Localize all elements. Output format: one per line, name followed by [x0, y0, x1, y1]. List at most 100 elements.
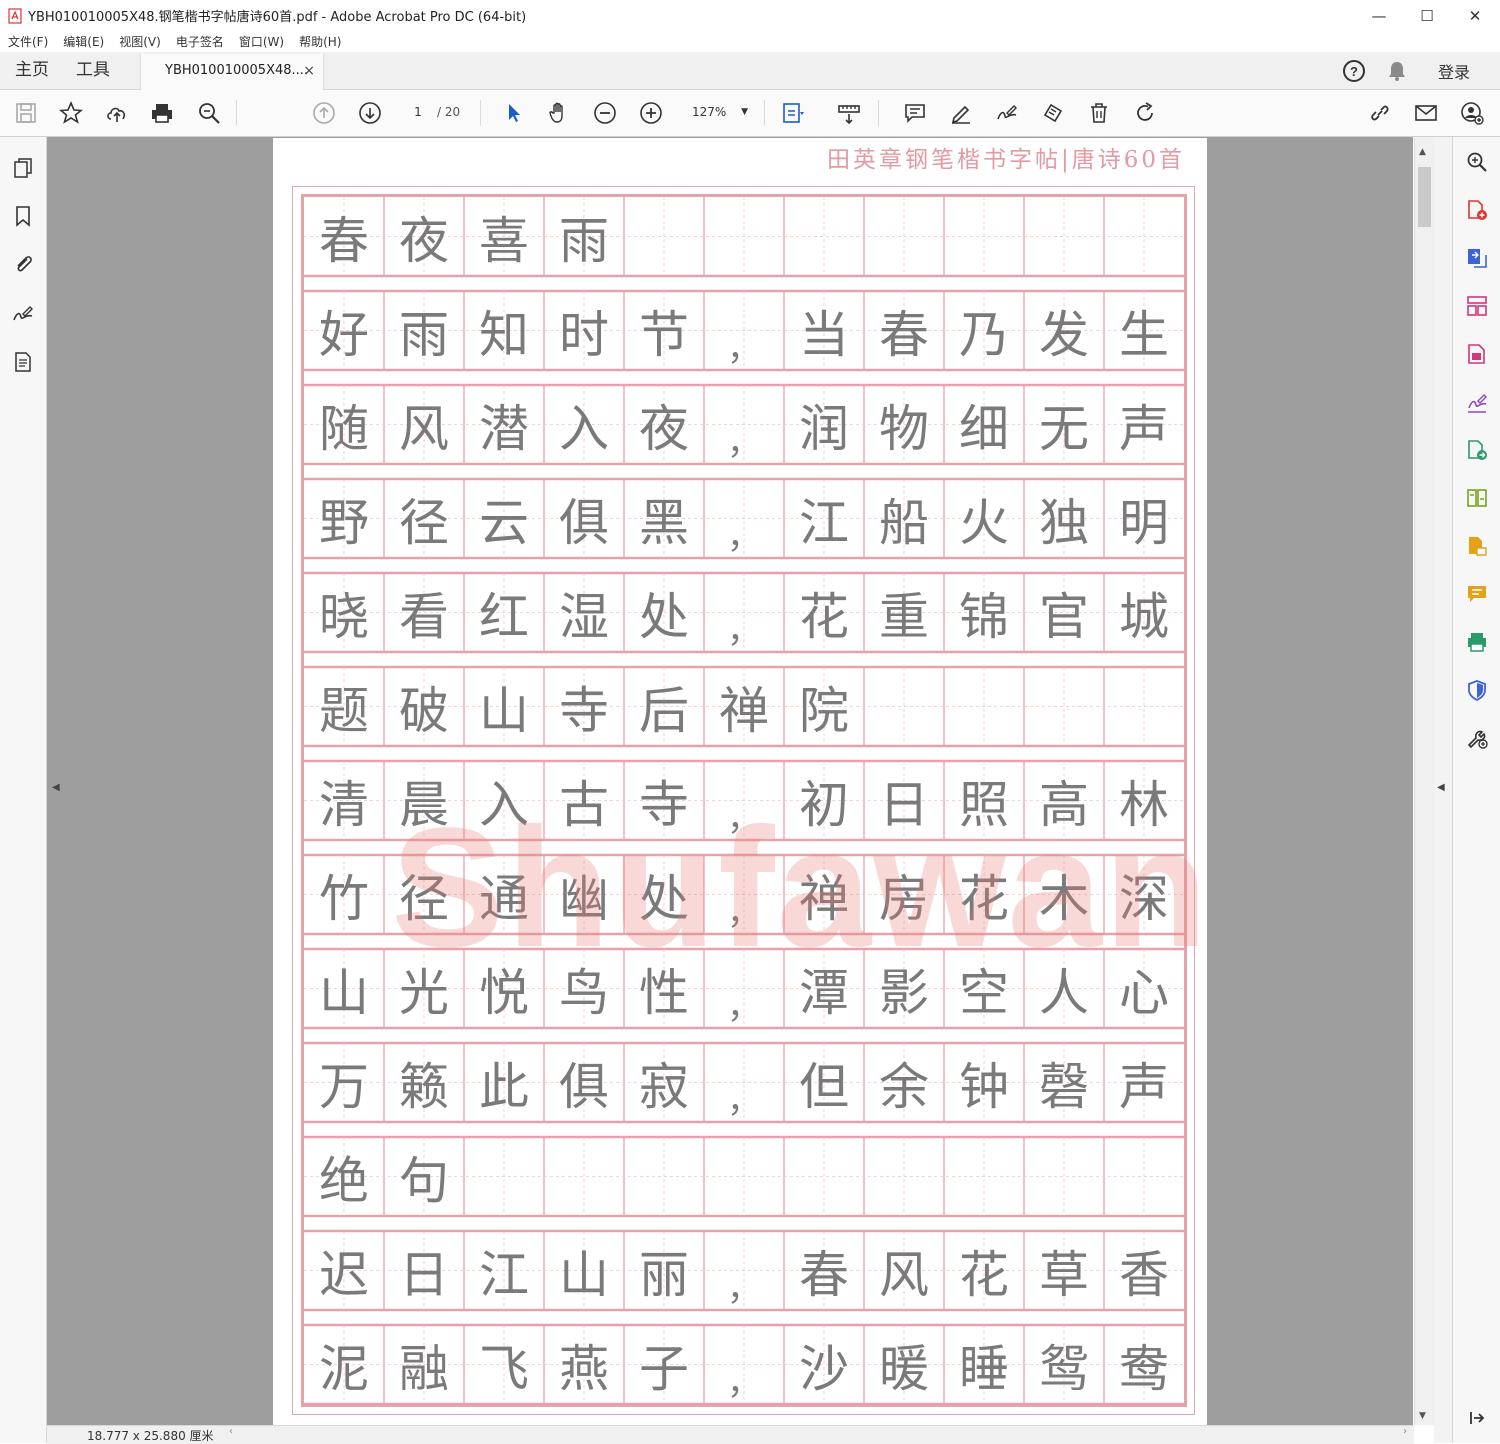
- scroll-thumb[interactable]: [1418, 167, 1431, 227]
- minimize-button[interactable]: —: [1356, 0, 1402, 31]
- menu-edit[interactable]: 编辑(E): [63, 33, 104, 50]
- scroll-right-icon[interactable]: ›: [1403, 1426, 1407, 1437]
- character-cell: [864, 667, 944, 746]
- character-cell: 钟: [959, 1057, 1009, 1116]
- tab-home[interactable]: 主页: [15, 52, 49, 89]
- character-cell: 空: [959, 963, 1009, 1022]
- punctuation-cell: ，: [727, 799, 761, 839]
- menu-view[interactable]: 视图(V): [119, 33, 161, 50]
- character-cell: 木: [1039, 869, 1089, 928]
- bookmark-star-icon[interactable]: [56, 98, 86, 128]
- character-cell: 俱: [559, 1057, 609, 1116]
- fit-page-icon[interactable]: [778, 98, 808, 128]
- character-cell: 雨: [559, 211, 609, 270]
- character-cell: 山: [479, 681, 529, 740]
- send-for-signature-icon[interactable]: [1464, 437, 1490, 463]
- tab-document[interactable]: YBH010010005X48.... ×: [140, 54, 324, 90]
- print-production-icon[interactable]: [1464, 629, 1490, 655]
- character-cell: 野: [319, 493, 369, 552]
- character-cell: 喜: [479, 211, 529, 270]
- zoom-in-icon[interactable]: [636, 98, 666, 128]
- character-cell: 俱: [559, 493, 609, 552]
- menu-esign[interactable]: 电子签名: [176, 33, 224, 50]
- zoom-out-icon[interactable]: [590, 98, 620, 128]
- character-cell: 寂: [639, 1057, 689, 1116]
- print-icon[interactable]: [147, 98, 177, 128]
- character-cell: 重: [879, 587, 929, 646]
- save-icon[interactable]: [11, 98, 41, 128]
- page-thumbnails-icon[interactable]: [10, 155, 36, 181]
- zoom-level-select[interactable]: 127% ▼: [684, 101, 754, 123]
- character-cell: 处: [639, 869, 689, 928]
- scroll-up-icon[interactable]: ▲: [1419, 147, 1426, 157]
- menu-file[interactable]: 文件(F): [8, 33, 48, 50]
- character-cell: [864, 1137, 944, 1216]
- maximize-button[interactable]: ☐: [1404, 0, 1450, 31]
- signatures-icon[interactable]: [10, 301, 36, 327]
- search-tool-icon[interactable]: [1464, 149, 1490, 175]
- email-icon[interactable]: [1411, 98, 1441, 128]
- menu-window[interactable]: 窗口(W): [239, 33, 284, 50]
- character-cell: 磬: [1039, 1057, 1089, 1116]
- bookmarks-icon[interactable]: [10, 203, 36, 229]
- help-icon[interactable]: ?: [1342, 52, 1366, 89]
- more-tools-icon[interactable]: [1464, 725, 1490, 751]
- character-cell: 湿: [559, 587, 609, 646]
- collapse-right-pane-icon[interactable]: ◀: [1437, 782, 1445, 793]
- create-pdf-icon[interactable]: [1464, 197, 1490, 223]
- page-header: 田英章钢笔楷书字帖|唐诗60首: [826, 147, 1185, 173]
- tab-tools[interactable]: 工具: [76, 52, 110, 89]
- export-pdf-icon[interactable]: [1464, 245, 1490, 271]
- select-pointer-icon[interactable]: [499, 98, 529, 128]
- signin-link[interactable]: 登录: [1438, 52, 1470, 89]
- character-cell: 晓: [319, 587, 369, 646]
- vertical-scrollbar[interactable]: ▲ ▼: [1414, 137, 1434, 1425]
- comment-tool-icon[interactable]: [1464, 581, 1490, 607]
- punctuation-cell: ，: [727, 987, 761, 1027]
- character-cell: 泥: [319, 1339, 369, 1398]
- organize-pages-icon[interactable]: [1464, 293, 1490, 319]
- character-cell: 鸳: [1039, 1339, 1089, 1398]
- svg-text:?: ?: [1350, 64, 1358, 79]
- share-link-icon[interactable]: [1365, 98, 1395, 128]
- character-cell: 日: [879, 775, 929, 834]
- character-cell: 无: [1039, 399, 1089, 458]
- hand-icon[interactable]: [544, 98, 574, 128]
- character-cell: [1104, 197, 1184, 276]
- fill-sign-icon[interactable]: [1464, 389, 1490, 415]
- character-cell: 花: [799, 587, 849, 646]
- close-tab-icon[interactable]: ×: [303, 54, 315, 88]
- page-number-input[interactable]: 1: [400, 101, 436, 123]
- comment-icon[interactable]: [900, 98, 930, 128]
- sign-icon[interactable]: [992, 98, 1022, 128]
- compare-files-icon[interactable]: [1464, 485, 1490, 511]
- chevron-down-icon: ▼: [741, 107, 748, 117]
- add-user-icon[interactable]: [1457, 98, 1487, 128]
- scroll-down-icon[interactable]: ▼: [1419, 1411, 1426, 1421]
- content-icon[interactable]: [10, 349, 36, 375]
- scroll-left-icon[interactable]: ‹: [229, 1426, 233, 1437]
- menu-help[interactable]: 帮助(H): [299, 33, 341, 50]
- attachments-icon[interactable]: [10, 251, 36, 277]
- character-cell: 夜: [639, 399, 689, 458]
- search-zoom-icon[interactable]: [194, 98, 224, 128]
- stamp-icon[interactable]: [1038, 98, 1068, 128]
- character-cell: 院: [799, 681, 849, 740]
- cloud-upload-icon[interactable]: [102, 98, 132, 128]
- rotate-icon[interactable]: [1130, 98, 1160, 128]
- protect-icon[interactable]: [1464, 677, 1490, 703]
- character-cell: 句: [399, 1151, 449, 1210]
- measure-icon[interactable]: [834, 98, 864, 128]
- edit-pdf-icon[interactable]: [1464, 341, 1490, 367]
- character-cell: [464, 1137, 544, 1216]
- collapse-left-pane-icon[interactable]: ◀: [52, 782, 60, 793]
- close-window-button[interactable]: ✕: [1452, 0, 1498, 31]
- character-cell: 后: [639, 681, 689, 740]
- prepare-form-icon[interactable]: [1464, 533, 1490, 559]
- page-up-icon[interactable]: [309, 98, 339, 128]
- page-down-icon[interactable]: [355, 98, 385, 128]
- highlight-pen-icon[interactable]: [946, 98, 976, 128]
- collapse-tools-pane-icon[interactable]: [1464, 1405, 1490, 1431]
- notification-bell-icon[interactable]: [1386, 52, 1408, 89]
- delete-icon[interactable]: [1084, 98, 1114, 128]
